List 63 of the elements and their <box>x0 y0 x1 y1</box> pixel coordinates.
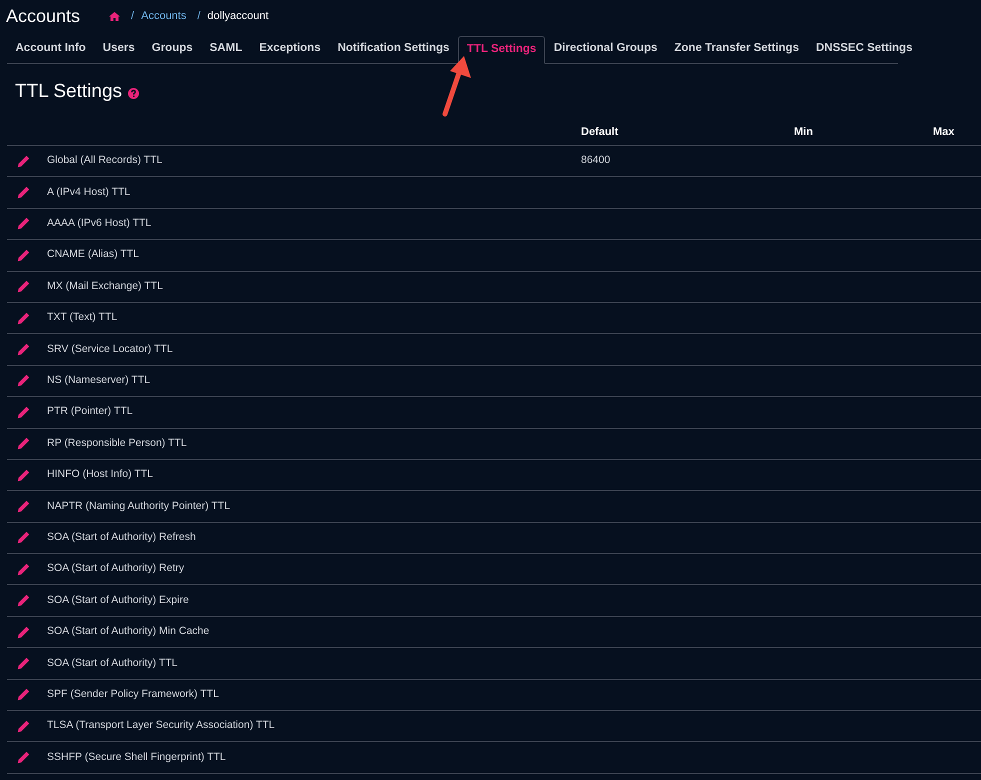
breadcrumb-current: dollyaccount <box>207 8 269 24</box>
tab[interactable]: TTL Settings <box>458 36 546 64</box>
edit-pencil-icon[interactable] <box>17 374 30 388</box>
table-cell: CNAME (Alias) TTL <box>47 248 139 260</box>
table-cell: RP (Responsible Person) TTL <box>47 436 187 449</box>
edit-pencil-icon[interactable] <box>17 406 30 419</box>
help-icon[interactable] <box>128 88 140 99</box>
table-cell: NS (Nameserver) TTL <box>47 374 150 386</box>
table-cell: PTR (Pointer) TTL <box>47 405 133 418</box>
home-icon[interactable] <box>109 12 120 20</box>
column-header: Min <box>794 125 814 140</box>
edit-pencil-icon[interactable] <box>17 312 30 325</box>
edit-pencil-icon[interactable] <box>17 437 30 450</box>
edit-pencil-icon[interactable] <box>17 626 30 639</box>
table-cell: SOA (Start of Authority) TTL <box>47 656 178 669</box>
edit-pencil-icon[interactable] <box>17 720 30 733</box>
edit-pencil-icon[interactable] <box>17 562 30 576</box>
page-title: Accounts <box>6 4 80 28</box>
table-cell: SSHFP (Secure Shell Fingerprint) TTL <box>47 750 226 763</box>
table-cell: 86400 <box>581 154 610 166</box>
edit-pencil-icon[interactable] <box>17 531 30 544</box>
column-header: Default <box>581 125 620 140</box>
section-title: TTL Settings <box>15 80 122 104</box>
edit-pencil-icon[interactable] <box>17 154 30 168</box>
table-cell: MX (Mail Exchange) TTL <box>47 280 163 292</box>
edit-pencil-icon[interactable] <box>17 343 30 356</box>
edit-pencil-icon[interactable] <box>17 186 30 200</box>
breadcrumb-separator: / <box>197 8 200 24</box>
tab[interactable]: Directional Groups <box>545 35 666 63</box>
tab[interactable]: Exceptions <box>250 35 330 63</box>
table-cell: SOA (Start of Authority) Expire <box>47 594 189 606</box>
edit-pencil-icon[interactable] <box>17 751 30 764</box>
tab[interactable]: Notification Settings <box>329 35 458 63</box>
table-cell: SOA (Start of Authority) Retry <box>47 562 184 574</box>
edit-pencil-icon[interactable] <box>17 594 30 608</box>
annotation-arrow <box>440 54 474 118</box>
column-header: Max <box>933 125 956 140</box>
breadcrumb-separator: / <box>131 8 134 24</box>
table-cell: NAPTR (Naming Authority Pointer) TTL <box>47 500 230 512</box>
table-cell: TLSA (Transport Layer Security Association) TTL <box>47 719 275 732</box>
table-cell: Global (All Records) TTL <box>47 154 162 166</box>
tab[interactable]: Zone Transfer Settings <box>666 35 808 63</box>
tab[interactable]: Account Info <box>7 35 94 63</box>
edit-pencil-icon[interactable] <box>17 280 30 294</box>
edit-pencil-icon[interactable] <box>17 217 30 230</box>
tab[interactable]: DNSSEC Settings <box>807 35 921 63</box>
breadcrumb-link[interactable]: Accounts <box>141 8 186 24</box>
tab[interactable]: Users <box>94 35 144 63</box>
tab[interactable]: Groups <box>143 35 202 63</box>
table-cell: TXT (Text) TTL <box>47 311 118 324</box>
table-cell: AAAA (IPv6 Host) TTL <box>47 217 152 230</box>
table-cell: HINFO (Host Info) TTL <box>47 468 153 480</box>
table-cell: A (IPv4 Host) TTL <box>47 186 130 198</box>
edit-pencil-icon[interactable] <box>17 688 30 702</box>
edit-pencil-icon[interactable] <box>17 656 30 670</box>
table-cell: SPF (Sender Policy Framework) TTL <box>47 688 219 700</box>
edit-pencil-icon[interactable] <box>17 248 30 262</box>
edit-pencil-icon[interactable] <box>17 500 30 513</box>
table-cell: SOA (Start of Authority) Refresh <box>47 531 196 543</box>
tab[interactable]: SAML <box>201 35 251 63</box>
table-cell: SRV (Service Locator) TTL <box>47 342 173 355</box>
edit-pencil-icon[interactable] <box>17 468 30 482</box>
table-cell: SOA (Start of Authority) Min Cache <box>47 625 210 638</box>
